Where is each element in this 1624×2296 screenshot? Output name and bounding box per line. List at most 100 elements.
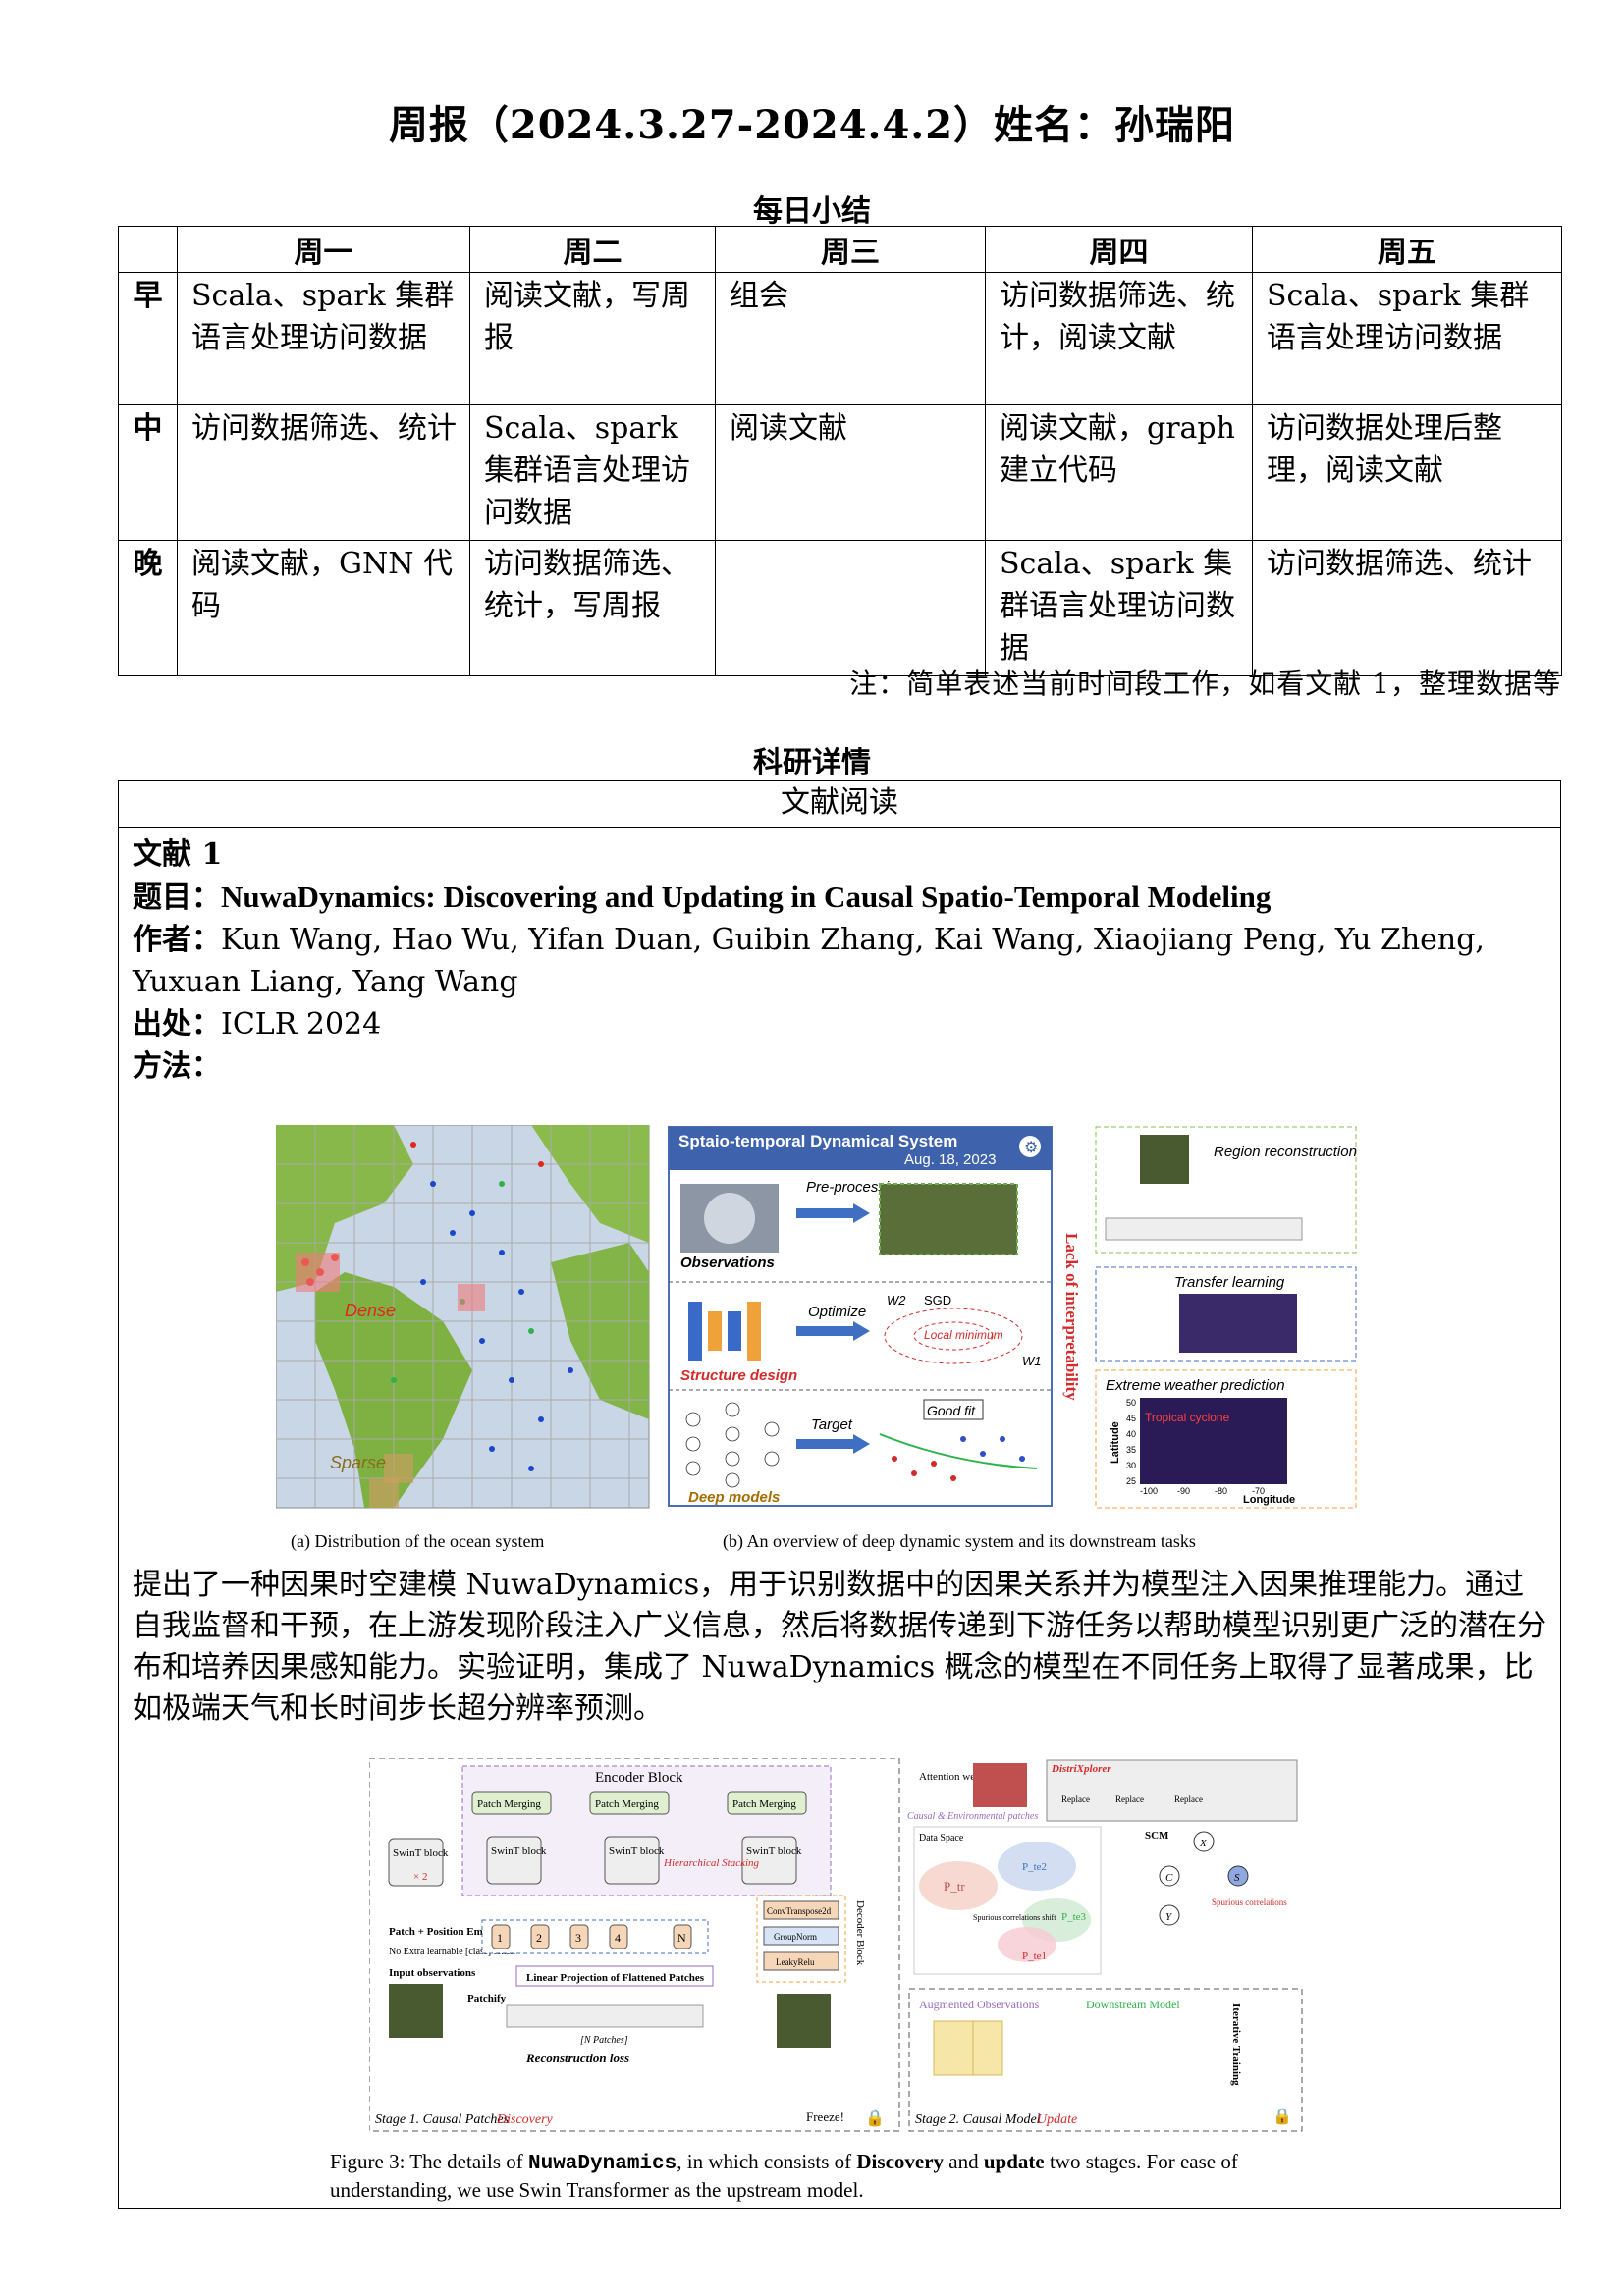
literature-box-header: 文献阅读: [119, 781, 1560, 828]
paper-summary: 提出了一种因果时空建模 NuwaDynamics，用于识别数据中的因果关系并为模…: [133, 1568, 1546, 1726]
data-space-label: Data Space: [919, 1833, 964, 1843]
paper-info: 文献 1 题目：NuwaDynamics: Discovering and Up…: [119, 828, 1560, 1088]
input-observations-label: Input observations: [389, 1967, 476, 1979]
group-norm-label: GroupNorm: [774, 1932, 817, 1942]
swint-block-label: SwinT block: [746, 1845, 802, 1857]
replace-label: Replace: [1174, 1794, 1203, 1804]
patch-number: 3: [575, 1931, 581, 1945]
table-cell: 访问数据筛选、统计，阅读文献: [985, 272, 1253, 405]
table-cell: Scala、spark 集群语言处理访问数据: [1252, 272, 1562, 405]
sparse-label: Sparse: [330, 1453, 386, 1472]
downstream-panels: Region reconstruction Transfer learning …: [1095, 1126, 1357, 1509]
figure-nuwadynamics-details: Encoder Block Patch Merging Patch Mergin…: [369, 1758, 1303, 2132]
good-fit-label: Good fit: [927, 1403, 976, 1418]
research-details-title: 科研详情: [753, 746, 871, 780]
p-tr-label: P_tr: [944, 1879, 965, 1894]
lon-tick: -70: [1252, 1486, 1265, 1496]
table-cell: 访问数据筛选、统计: [177, 404, 470, 541]
extreme-weather-label: Extreme weather prediction: [1106, 1377, 1285, 1394]
daily-summary-title: 每日小结: [753, 194, 871, 229]
replace-label: Replace: [1061, 1794, 1090, 1804]
swint-block-label: SwinT block: [393, 1847, 449, 1859]
node-x: X: [1199, 1838, 1208, 1849]
downstream-model-label: Downstream Model: [1086, 1998, 1180, 2011]
w1-label: W1: [1022, 1354, 1042, 1368]
w2-label: W2: [887, 1293, 906, 1308]
reconstruction-loss-label: Reconstruction loss: [525, 2051, 629, 2065]
local-minimum-label: Local minimum: [924, 1328, 1003, 1342]
lat-tick: 45: [1126, 1414, 1136, 1423]
lat-tick: 25: [1126, 1476, 1136, 1486]
column-header: 周一: [177, 226, 470, 273]
caption-part: update: [983, 2150, 1045, 2173]
lock-icon: 🔒: [1272, 2108, 1292, 2125]
column-header: 周四: [985, 226, 1253, 273]
source: ICLR 2024: [221, 1007, 382, 1041]
dynamic-system-panel: Sptaio-temporal Dynamical System Aug. 18…: [668, 1126, 1053, 1507]
node-c: C: [1165, 1872, 1173, 1884]
table-cell: 阅读文献，GNN 代码: [177, 540, 470, 676]
table-cell: Scala、spark 集群语言处理访问数据: [985, 540, 1253, 676]
paper-heading: 文献 1: [133, 837, 223, 872]
region-reconstruction-label: Region reconstruction: [1214, 1144, 1357, 1160]
discovery-label: Discovery: [496, 2112, 554, 2127]
caption-part: Figure 3: The details of: [330, 2150, 528, 2173]
caption-part: Discovery: [856, 2150, 945, 2173]
lat-tick: 35: [1126, 1445, 1136, 1455]
patch-merging-label: Patch Merging: [595, 1798, 659, 1810]
encoder-block-label: Encoder Block: [595, 1770, 683, 1786]
table-row: 晚 阅读文献，GNN 代码 访问数据筛选、统计，写周报 Scala、spark …: [118, 540, 1562, 676]
caption-a: (a) Distribution of the ocean system: [291, 1531, 544, 1552]
table-note: 注：简单表述当前时间段工作，如看文献 1，整理数据等: [849, 667, 1561, 700]
structure-design-label: Structure design: [680, 1367, 797, 1384]
patchify-label: Patchify: [467, 1993, 507, 2004]
title-label: 题目：: [133, 881, 221, 915]
system-date: Aug. 18, 2023: [904, 1151, 996, 1168]
n-patches-label: [N Patches]: [580, 2035, 628, 2046]
table-header-row: 周一 周二 周三 周四 周五: [118, 226, 1562, 273]
distrixplorer-label: DistriXplorer: [1051, 1763, 1111, 1775]
tropical-cyclone-label: Tropical cyclone: [1145, 1411, 1230, 1424]
hierarchical-stacking-label: Hierarchical Stacking: [663, 1857, 760, 1869]
iterative-training-label: Iterative Training: [1230, 2003, 1242, 2086]
dense-label: Dense: [345, 1301, 396, 1320]
patch-number: 2: [536, 1931, 542, 1945]
caption-part: and: [944, 2150, 984, 2173]
spurious-shift-label: Spurious correlations shift: [973, 1913, 1056, 1922]
augmented-observations-label: Augmented Observations: [919, 1998, 1040, 2011]
swint-block-label: SwinT block: [609, 1845, 665, 1857]
sgd-label: SGD: [924, 1293, 951, 1308]
row-label: 晚: [118, 540, 178, 676]
causal-env-label: Causal & Environmental patches: [907, 1811, 1038, 1822]
p-te1-label: P_te1: [1022, 1950, 1047, 1962]
p-te2-label: P_te2: [1022, 1861, 1047, 1873]
row-label: 中: [118, 404, 178, 541]
paper-title-line: 题目：NuwaDynamics: Discovering and Updatin…: [133, 876, 1546, 919]
lock-icon: 🔒: [865, 2109, 885, 2127]
swint-block-label: SwinT block: [491, 1845, 547, 1857]
ocean-map: Dense Sparse: [276, 1125, 650, 1509]
column-header: 周三: [715, 226, 986, 273]
update-label: Update: [1037, 2112, 1077, 2127]
decoder-block-label: Decoder Block: [854, 1900, 866, 1966]
spurious-correlations-label: Spurious correlations: [1212, 1897, 1287, 1907]
page-title: 周报（2024.3.27-2024.4.2）姓名：孙瑞阳: [388, 102, 1236, 148]
table-cell: 访问数据处理后整理，阅读文献: [1252, 404, 1562, 541]
lack-of-interpretability-label: Lack of interpretability: [1062, 1233, 1081, 1401]
authors-label: 作者：: [133, 923, 221, 957]
literature-box: 文献阅读 文献 1 题目：NuwaDynamics: Discovering a…: [118, 780, 1561, 2209]
system-title: Sptaio-temporal Dynamical System: [678, 1132, 957, 1150]
target-label: Target: [811, 1416, 853, 1433]
caption-part: NuwaDynamics: [528, 2153, 677, 2175]
lat-tick: 50: [1126, 1398, 1136, 1408]
table-cell: 组会: [715, 272, 986, 405]
table-cell: [715, 540, 986, 676]
times-two-label: × 2: [413, 1871, 427, 1883]
observations-label: Observations: [680, 1255, 775, 1271]
longitude-label: Longitude: [1243, 1494, 1295, 1506]
method-label: 方法：: [133, 1049, 221, 1084]
table-row: 中 访问数据筛选、统计 Scala、spark 集群语言处理访问数据 阅读文献 …: [118, 404, 1562, 541]
gear-icon: ⚙: [1024, 1140, 1038, 1156]
patch-merging-label: Patch Merging: [732, 1798, 796, 1810]
lat-tick: 30: [1126, 1461, 1136, 1470]
